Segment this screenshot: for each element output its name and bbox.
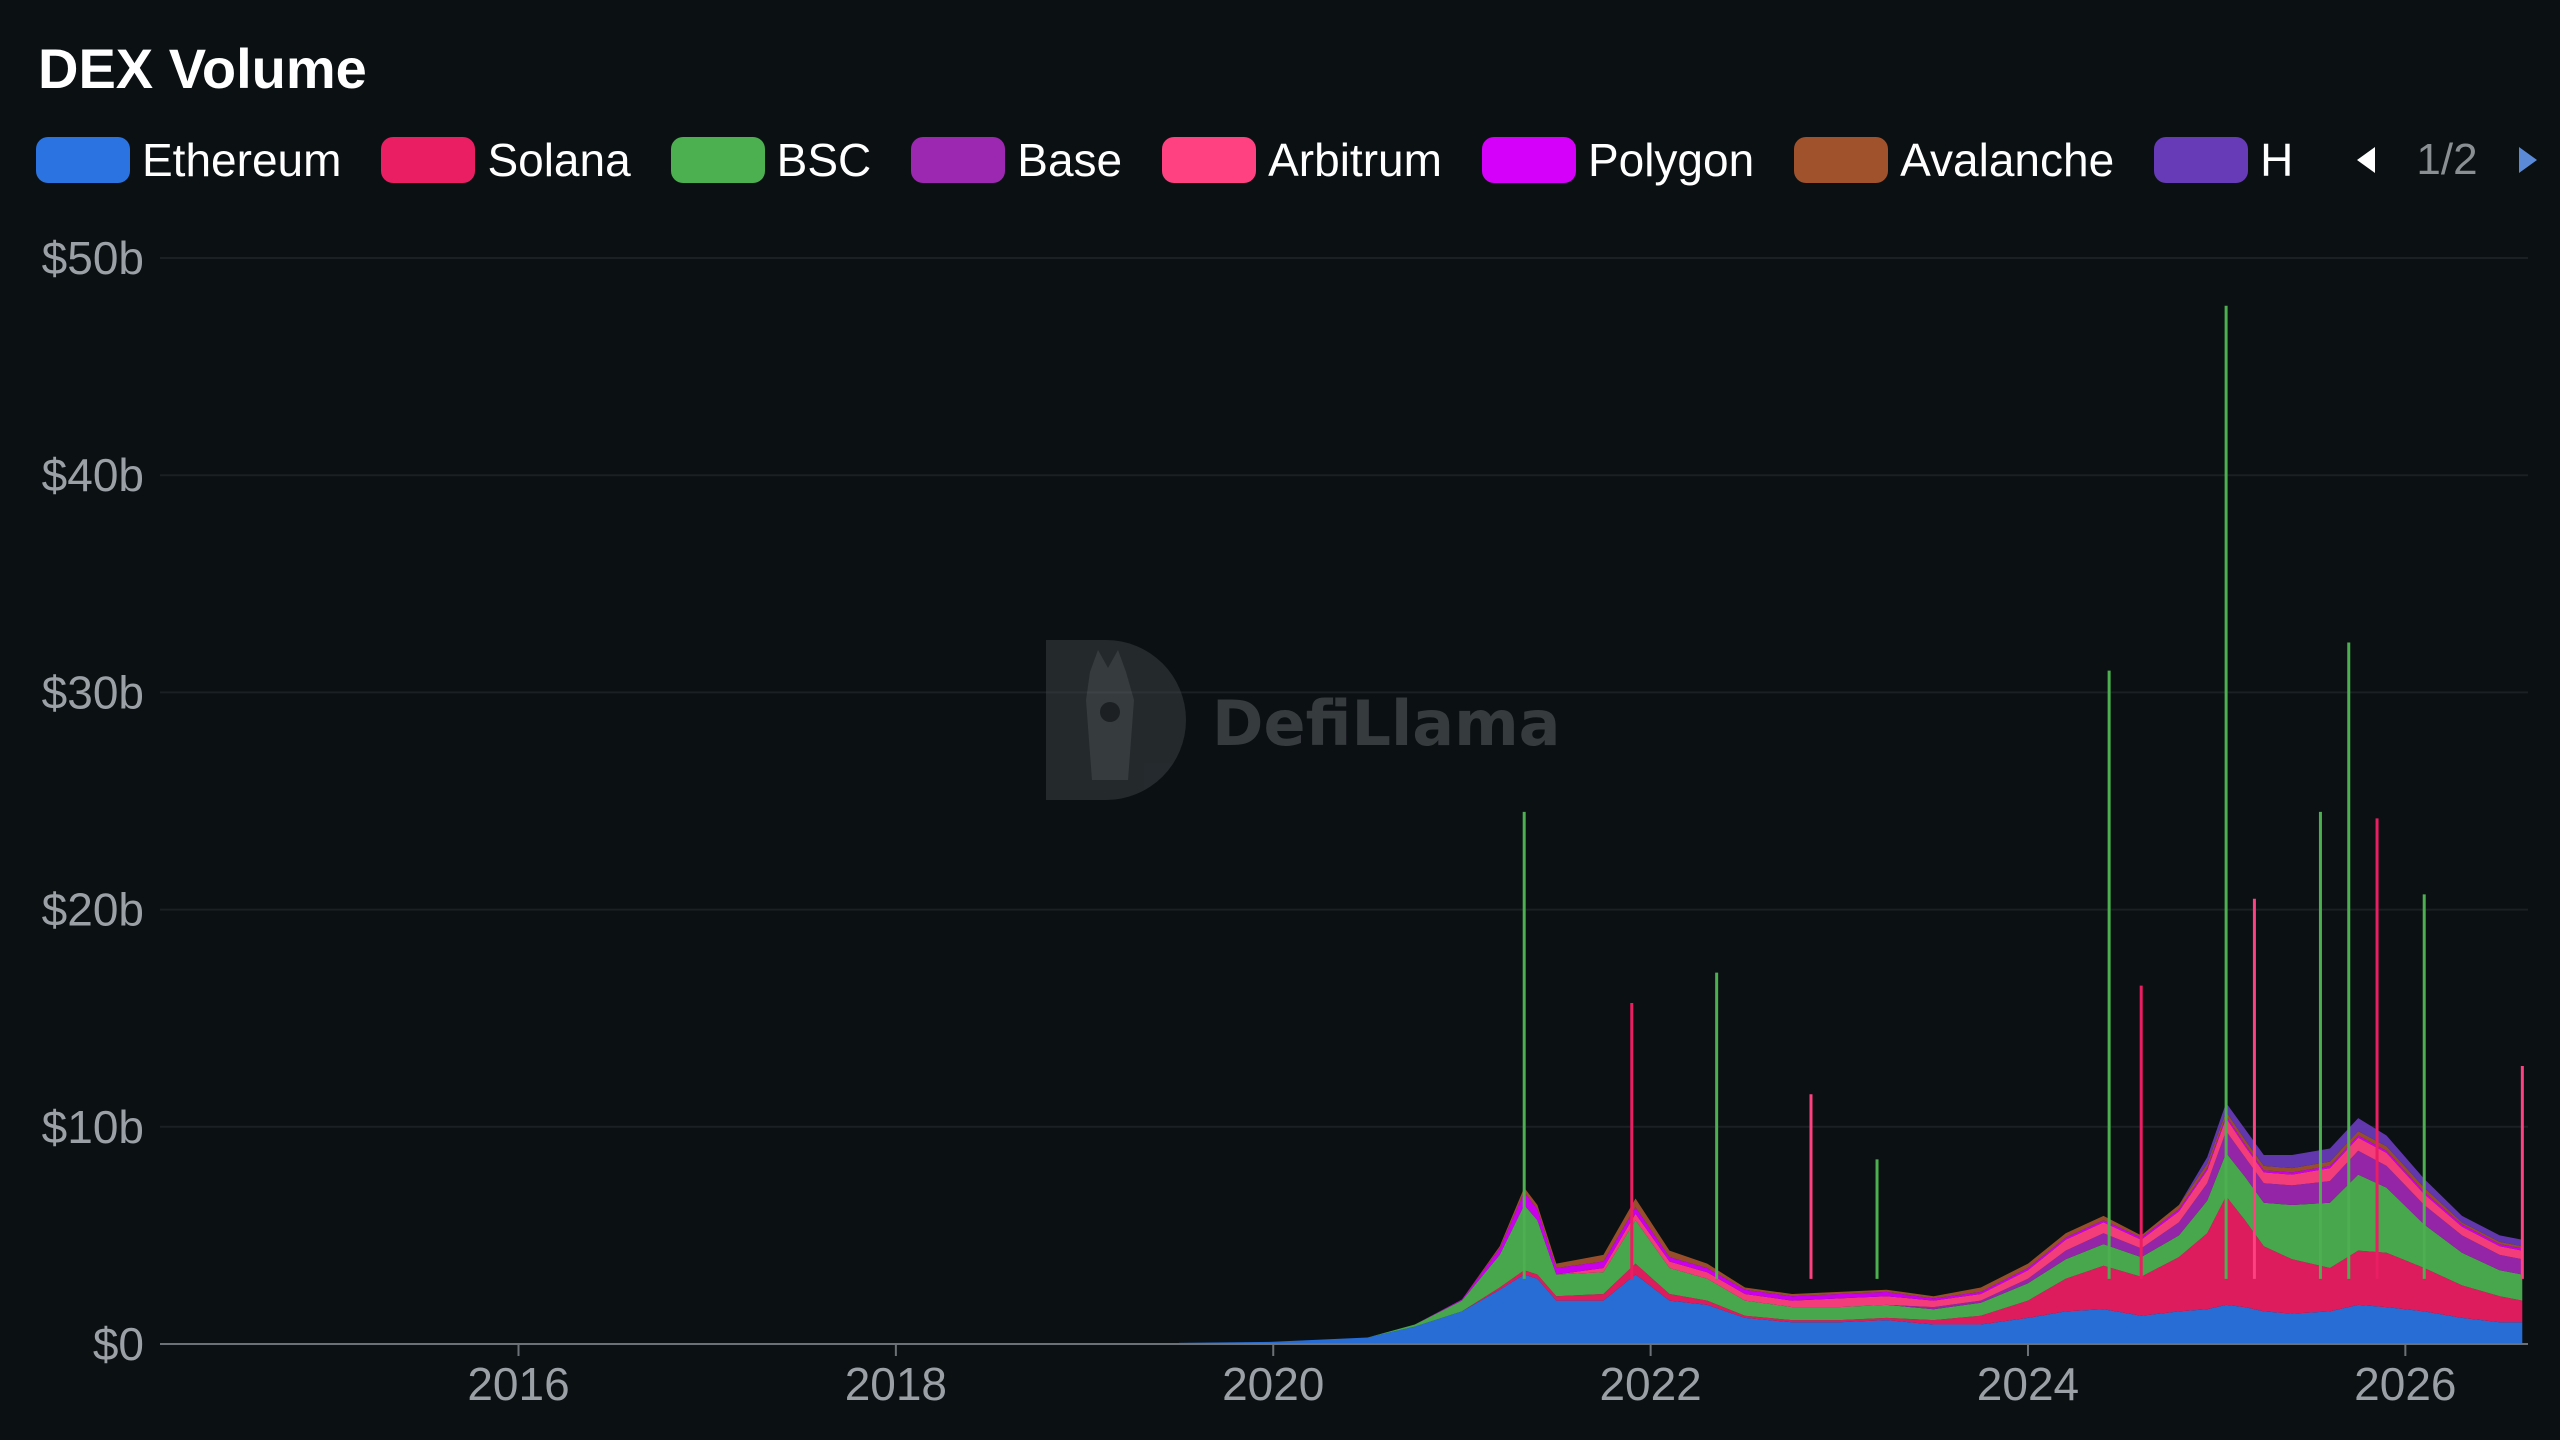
y-tick-label: $20b bbox=[42, 884, 144, 936]
x-tick-label: 2026 bbox=[2354, 1358, 2456, 1410]
y-tick-label: $30b bbox=[42, 666, 144, 718]
x-tick-label: 2022 bbox=[1599, 1358, 1701, 1410]
x-axis-ticks: 2016 2018 2020 2022 2024 2026 bbox=[467, 1344, 2457, 1410]
watermark: DefiLlama bbox=[1046, 640, 1561, 800]
x-tick-label: 2016 bbox=[467, 1358, 569, 1410]
llama-logo-icon bbox=[1046, 640, 1186, 800]
y-tick-label: $50b bbox=[42, 232, 144, 284]
watermark-text: DefiLlama bbox=[1212, 687, 1561, 760]
x-tick-label: 2018 bbox=[845, 1358, 947, 1410]
y-tick-label: $40b bbox=[42, 449, 144, 501]
y-tick-label: $10b bbox=[42, 1101, 144, 1153]
x-tick-label: 2024 bbox=[1977, 1358, 2079, 1410]
y-axis-ticks: $0 $10b $20b $30b $40b $50b bbox=[42, 232, 144, 1370]
x-tick-label: 2020 bbox=[1222, 1358, 1324, 1410]
y-tick-label: $0 bbox=[93, 1318, 144, 1370]
dex-volume-chart: DefiLlama 2016 2018 2020 2022 2024 2026 $0 $10… bbox=[42, 232, 2528, 1410]
